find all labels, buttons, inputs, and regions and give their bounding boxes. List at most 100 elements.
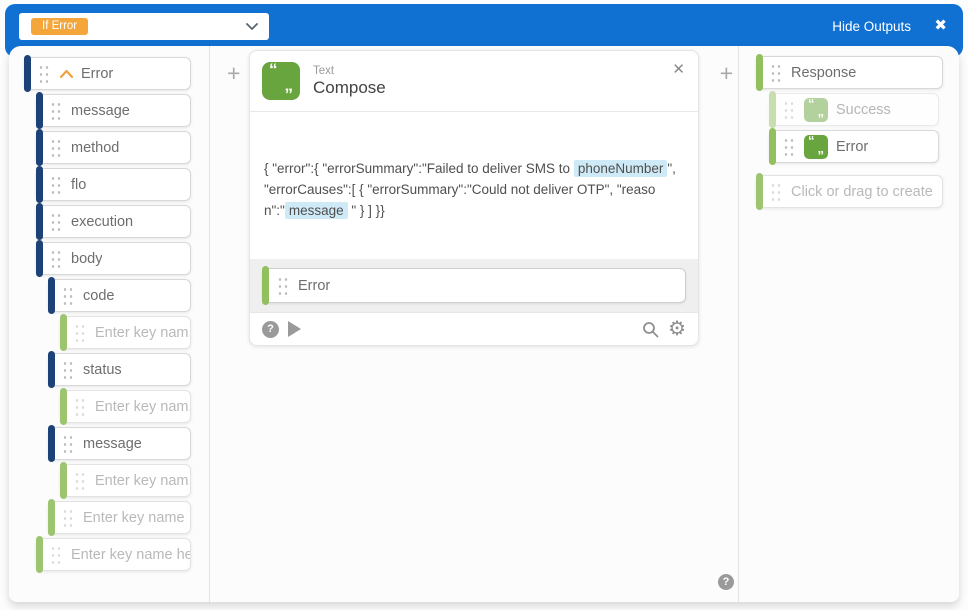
item-label: Enter key name he... <box>71 547 190 563</box>
tree-item-body[interactable]: body <box>36 242 191 275</box>
drag-handle-icon <box>50 175 62 195</box>
accent-bar <box>36 92 43 129</box>
input-tree-panel: Error message method flo execution body code En… <box>9 46 210 602</box>
play-icon[interactable] <box>288 321 301 337</box>
editor-text: { "error":{ "errorSummary":"Failed to de… <box>264 161 574 176</box>
quote-icon: “” <box>804 135 828 159</box>
tree-item-error[interactable]: Error <box>24 57 191 90</box>
hide-outputs-link[interactable]: Hide Outputs <box>832 19 911 34</box>
item-label: execution <box>71 214 133 230</box>
tree-item-code[interactable]: code <box>48 279 191 312</box>
accent-bar <box>36 240 43 277</box>
placeholder-item-enter-key-nam[interactable]: Enter key nam... <box>60 464 191 497</box>
drag-handle-icon <box>770 63 782 83</box>
accent-bar <box>769 91 776 128</box>
tree-item-success[interactable]: “”Success <box>769 93 939 126</box>
accent-bar <box>24 55 31 92</box>
tree-item-execution[interactable]: execution <box>36 205 191 238</box>
placeholder-item-enter-key-nam[interactable]: Enter key nam... <box>60 316 191 349</box>
compose-card-toolbar: ? ⚙ <box>250 312 698 345</box>
card-close-icon[interactable]: ✕ <box>672 60 685 78</box>
drag-handle-icon <box>62 508 74 528</box>
tree-item-error[interactable]: “”Error <box>769 130 939 163</box>
accent-bar <box>262 266 269 305</box>
drag-handle-icon <box>50 101 62 121</box>
drag-handle-icon <box>50 212 62 232</box>
item-label: Error <box>81 66 113 82</box>
compose-card: “” Text Compose ✕ { "error":{ "errorSumm… <box>249 50 699 346</box>
item-label: body <box>71 251 102 267</box>
accent-bar <box>48 499 55 536</box>
placeholder-item-click-or-drag-to-create[interactable]: Click or drag to create <box>756 175 943 208</box>
accent-bar <box>36 203 43 240</box>
outputs-panel: Response “”Success “”Error Click or drag to… <box>738 46 959 602</box>
variable-chip[interactable]: message <box>285 202 348 219</box>
accent-bar <box>48 425 55 462</box>
add-node-left-button[interactable]: + <box>227 62 240 85</box>
item-label: method <box>71 140 119 156</box>
card-title: Compose <box>313 78 386 98</box>
tree-item-status[interactable]: status <box>48 353 191 386</box>
accent-bar <box>769 128 776 165</box>
input-tree-list: Error message method flo execution body code En… <box>9 57 209 571</box>
accent-bar <box>60 462 67 499</box>
selected-option-badge: If Error <box>31 18 88 35</box>
drag-handle-icon <box>50 545 62 565</box>
item-label: code <box>83 288 114 304</box>
card-type-label: Text <box>313 65 386 77</box>
dropped-variable-label: Error <box>298 278 330 294</box>
drag-handle-icon <box>783 137 795 157</box>
mapping-editor: Error message method flo execution body code En… <box>9 46 959 602</box>
placeholder-item-enter-key-name[interactable]: Enter key name ... <box>48 501 191 534</box>
add-node-right-button[interactable]: + <box>720 62 733 85</box>
compose-card-header: “” Text Compose ✕ <box>250 51 698 111</box>
item-label: flo <box>71 177 86 193</box>
accent-bar <box>36 129 43 166</box>
item-label: Response <box>791 65 856 81</box>
drag-handle-icon <box>74 397 86 417</box>
accent-bar <box>60 388 67 425</box>
editor-text: " } ] }} <box>348 203 385 218</box>
outputs-list: Response “”Success “”Error Click or drag to… <box>739 56 959 208</box>
close-icon[interactable]: ✖ <box>934 16 947 34</box>
quote-icon: “” <box>262 62 300 100</box>
gear-icon[interactable]: ⚙ <box>668 319 686 339</box>
item-label: Enter key name ... <box>83 510 190 526</box>
item-label: Enter key nam... <box>95 473 190 489</box>
variable-chip[interactable]: phoneNumber <box>574 160 668 177</box>
drag-handle-icon <box>74 471 86 491</box>
search-icon[interactable] <box>642 321 659 338</box>
placeholder-item-enter-key-nam[interactable]: Enter key nam... <box>60 390 191 423</box>
drag-handle-icon <box>62 286 74 306</box>
tree-item-message[interactable]: message <box>36 94 191 127</box>
item-label: Click or drag to create <box>791 184 933 200</box>
item-label: Enter key nam... <box>95 325 190 341</box>
accent-bar <box>756 173 763 210</box>
compose-panel: + “” Text Compose ✕ { "error":{ "errorSu… <box>210 46 738 602</box>
drag-handle-icon <box>62 360 74 380</box>
quote-icon: “” <box>804 98 828 122</box>
chevron-up-icon[interactable] <box>59 69 74 79</box>
tree-item-response[interactable]: Response <box>756 56 943 89</box>
tree-item-method[interactable]: method <box>36 131 191 164</box>
drag-handle-icon <box>770 182 782 202</box>
help-icon[interactable]: ? <box>262 321 279 338</box>
item-label: message <box>71 103 130 119</box>
accent-bar <box>756 54 763 91</box>
output-selector-dropdown[interactable]: If Error <box>19 13 269 40</box>
chevron-down-icon <box>245 22 259 31</box>
tree-item-message[interactable]: message <box>48 427 191 460</box>
dropped-variable-error[interactable]: Error <box>262 268 686 303</box>
header: If Error Hide Outputs ✖ <box>5 4 963 46</box>
placeholder-item-enter-key-name-he[interactable]: Enter key name he... <box>36 538 191 571</box>
drag-handle-icon <box>50 249 62 269</box>
item-label: Enter key nam... <box>95 399 190 415</box>
drag-handle-icon <box>62 434 74 454</box>
tree-item-flo[interactable]: flo <box>36 168 191 201</box>
compose-editor[interactable]: { "error":{ "errorSummary":"Failed to de… <box>250 111 698 259</box>
item-label: status <box>83 362 122 378</box>
drag-handle-icon <box>783 100 795 120</box>
help-icon[interactable]: ? <box>718 574 734 590</box>
accent-bar <box>48 351 55 388</box>
drag-handle-icon <box>74 323 86 343</box>
